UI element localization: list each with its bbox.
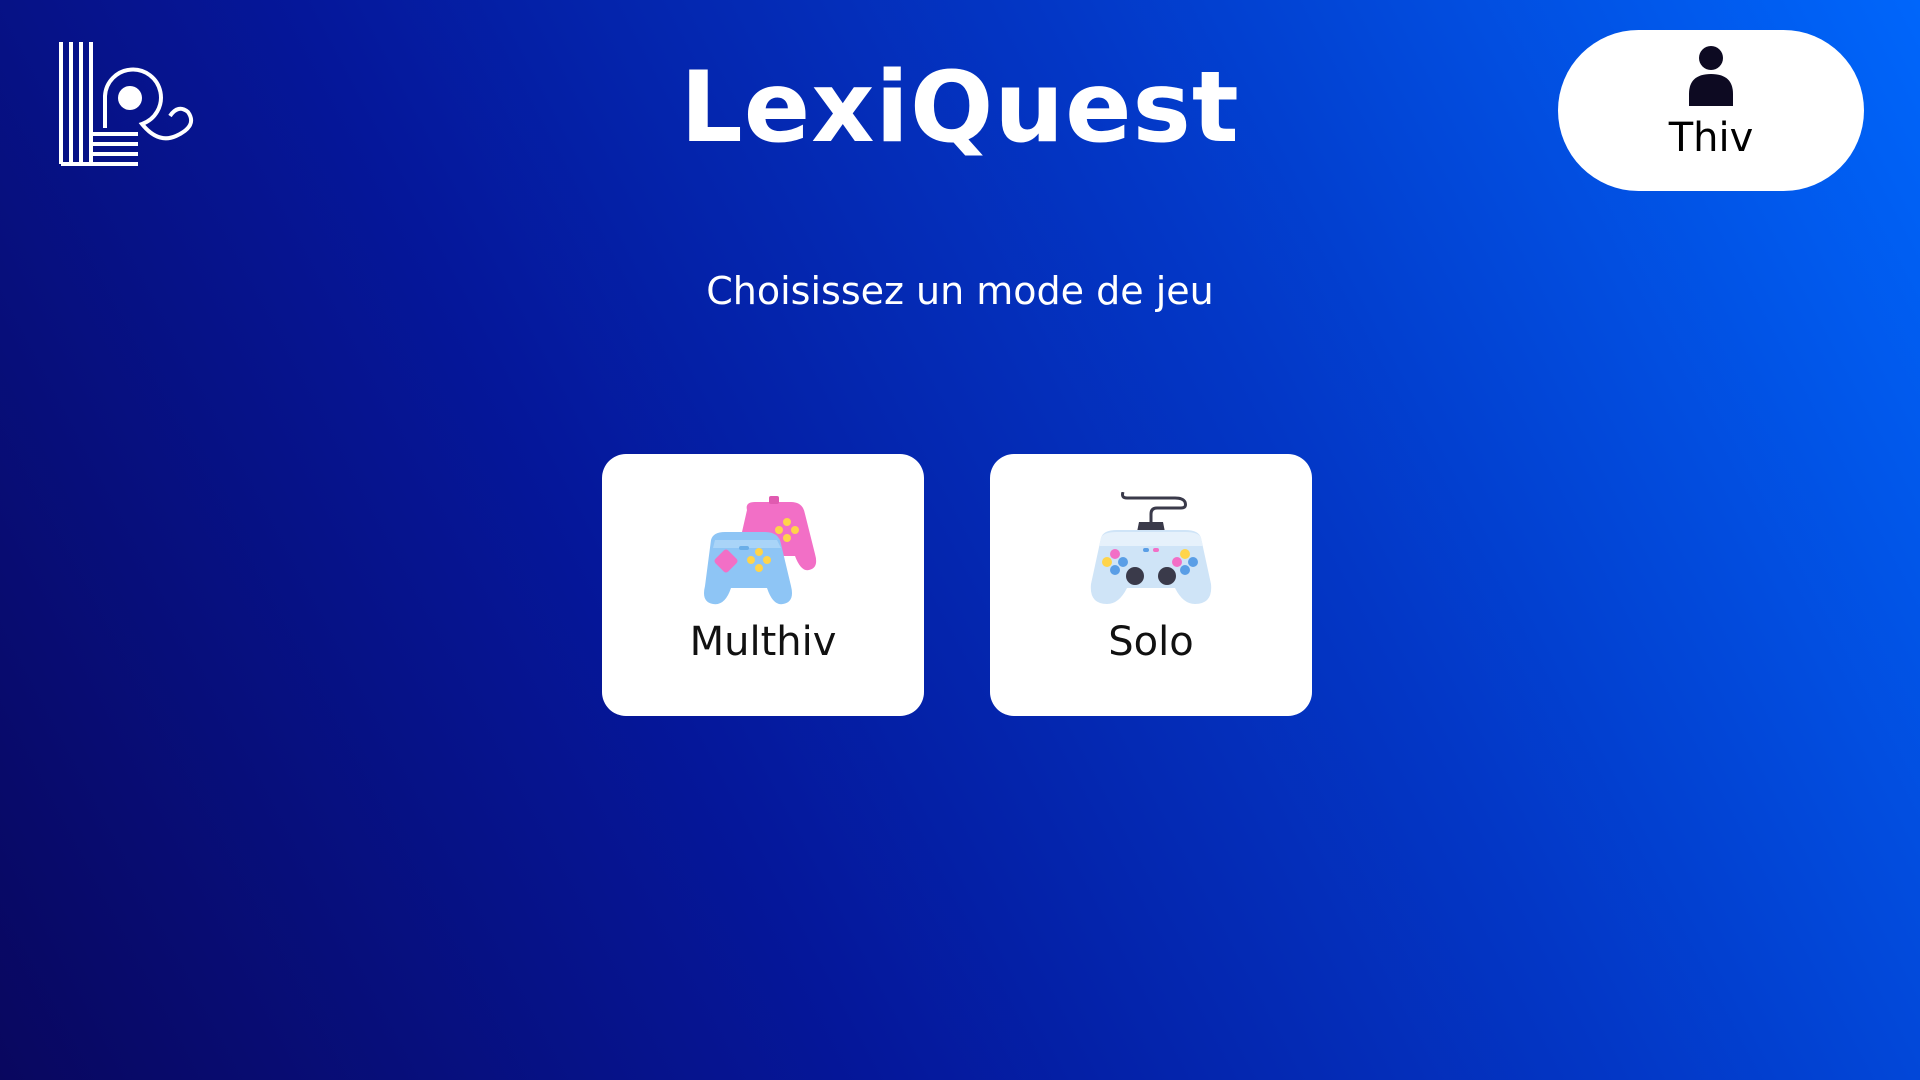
mode-selection-prompt: Choisissez un mode de jeu — [706, 269, 1214, 313]
solo-mode-card[interactable]: Solo — [990, 454, 1312, 716]
user-profile-button[interactable]: Thiv — [1558, 30, 1864, 191]
user-name: Thiv — [1668, 115, 1754, 161]
multiplayer-mode-label: Multhiv — [689, 619, 837, 665]
solo-mode-label: Solo — [1108, 619, 1194, 665]
multiplayer-mode-card[interactable]: Multhiv — [602, 454, 924, 716]
user-icon — [1689, 46, 1733, 106]
two-gamepads-icon — [704, 496, 817, 605]
gamepad-icon — [1090, 492, 1212, 604]
